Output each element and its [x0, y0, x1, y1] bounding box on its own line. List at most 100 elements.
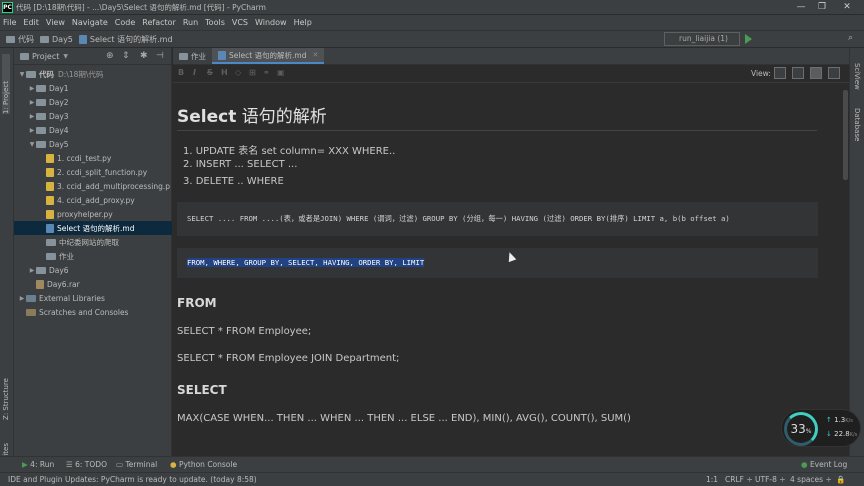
menu-run[interactable]: Run	[183, 18, 198, 27]
structure-tool-tab[interactable]: Z: Structure	[2, 378, 10, 420]
folder-icon	[36, 126, 46, 134]
breadcrumb-file[interactable]: Select 语句的解析.md	[78, 34, 173, 45]
tab-select-md[interactable]: Select 语句的解析.md ✕	[212, 48, 325, 64]
section-heading: FROM	[177, 296, 217, 310]
paragraph: SELECT * FROM Employee;	[177, 326, 312, 337]
code-block: FROM, WHERE, GROUP BY, SELECT, HAVING, O…	[177, 248, 818, 278]
tree-root[interactable]: ▼ 代码 D:\18期\代码	[14, 67, 172, 81]
lock-icon[interactable]: 🔒	[836, 475, 845, 484]
python-file-icon	[46, 195, 54, 205]
breadcrumb-root[interactable]: 代码	[6, 34, 34, 45]
bold-icon[interactable]: B	[178, 68, 184, 77]
selected-text[interactable]: FROM, WHERE, GROUP BY, SELECT, HAVING, O…	[187, 258, 425, 267]
tree-item[interactable]: 中纪委网站的爬取	[14, 235, 172, 249]
folder-icon	[36, 112, 46, 120]
python-console-tool-tab[interactable]: ● Python Console	[170, 460, 237, 469]
terminal-tool-tab[interactable]: ▭ Terminal	[116, 460, 157, 469]
collapse-arrow-icon[interactable]: ▶	[28, 99, 36, 106]
view-editor-only-icon[interactable]	[774, 67, 786, 79]
tree-item[interactable]: 2. ccdi_split_function.py	[14, 165, 172, 179]
run-icon[interactable]	[745, 34, 753, 44]
menu-code[interactable]: Code	[115, 18, 135, 27]
caret-position[interactable]: 1:1	[706, 475, 718, 484]
menu-view[interactable]: View	[46, 18, 65, 27]
close-tab-icon[interactable]: ✕	[312, 51, 318, 59]
expand-arrow-icon[interactable]: ▼	[28, 141, 36, 148]
python-file-icon	[46, 153, 54, 163]
tree-item[interactable]: 4. ccid_add_proxy.py	[14, 193, 172, 207]
restore-button[interactable]: ❐	[811, 0, 833, 15]
view-preview-only-icon[interactable]	[810, 67, 822, 79]
project-view-selector[interactable]: Project	[32, 52, 59, 61]
tree-item[interactable]: Day6.rar	[14, 277, 172, 291]
collapse-arrow-icon[interactable]: ▶	[28, 113, 36, 120]
tree-item[interactable]: ▶ Day6	[14, 263, 172, 277]
header-icon[interactable]: H	[221, 68, 228, 77]
menu-tools[interactable]: Tools	[205, 18, 225, 27]
image-icon[interactable]: ▣	[277, 68, 285, 77]
download-speed: ↓ 22.8K/s	[826, 430, 858, 438]
collapse-arrow-icon[interactable]: ▶	[18, 295, 26, 302]
folder-icon	[26, 70, 36, 78]
file-encoding[interactable]: UTF-8 ÷	[755, 475, 786, 484]
tree-item[interactable]: ▶ Day4	[14, 123, 172, 137]
italic-icon[interactable]: I	[193, 68, 196, 77]
minimize-button[interactable]: —	[790, 0, 812, 15]
view-split-icon[interactable]	[792, 67, 804, 79]
collapse-arrow-icon[interactable]: ▶	[28, 267, 36, 274]
chevron-down-icon[interactable]: ▼	[63, 53, 68, 60]
folder-icon	[36, 84, 46, 92]
breadcrumb-day5[interactable]: Day5	[40, 35, 73, 44]
tab-homework[interactable]: 作业	[173, 48, 212, 64]
tree-item[interactable]: ▶ Day3	[14, 109, 172, 123]
menu-edit[interactable]: Edit	[23, 18, 39, 27]
view-options-icon[interactable]	[828, 67, 840, 79]
project-panel-header: Project ▼ ⊕ ⇕ ✱ ⊣	[14, 48, 171, 65]
scrollbar-thumb[interactable]	[843, 90, 848, 180]
menu-navigate[interactable]: Navigate	[72, 18, 108, 27]
status-message[interactable]: IDE and Plugin Updates: PyCharm is ready…	[8, 475, 257, 484]
collapse-icon[interactable]: ⇕	[122, 51, 130, 61]
tree-item[interactable]: 1. ccdi_test.py	[14, 151, 172, 165]
tree-item[interactable]: 作业	[14, 249, 172, 263]
tree-item[interactable]: ▶ Day2	[14, 95, 172, 109]
tree-item[interactable]: ▶ External Libraries	[14, 291, 172, 305]
close-button[interactable]: ✕	[836, 0, 858, 15]
event-log-tool-tab[interactable]: ● Event Log	[801, 460, 847, 469]
gear-icon[interactable]: ✱	[140, 51, 148, 61]
tree-item[interactable]: 3. ccid_add_multiprocessing.p	[14, 179, 172, 193]
tree-item[interactable]: Select 语句的解析.md	[14, 221, 172, 235]
tree-item[interactable]: proxyhelper.py	[14, 207, 172, 221]
indent-setting[interactable]: 4 spaces ÷	[790, 475, 832, 484]
tree-item[interactable]: Scratches and Consoles	[14, 305, 172, 319]
project-tool-tab[interactable]: 1: Project	[2, 54, 10, 114]
expand-arrow-icon[interactable]: ▼	[18, 71, 26, 78]
menu-refactor[interactable]: Refactor	[142, 18, 176, 27]
search-everywhere-icon[interactable]: ⌕	[848, 33, 853, 43]
sciview-tool-tab[interactable]: SciView	[853, 63, 861, 90]
project-panel: Project ▼ ⊕ ⇕ ✱ ⊣ ▼ 代码 D:\18期\代码 ▶ Day1 ▶ Day2…	[14, 48, 172, 456]
todo-tool-tab[interactable]: ☰ 6: TODO	[66, 460, 107, 469]
event-log-icon: ●	[801, 460, 808, 469]
table-icon[interactable]: ⊞	[249, 68, 256, 77]
menu-help[interactable]: Help	[294, 18, 312, 27]
run-tool-tab[interactable]: ▶ 4: Run	[22, 460, 54, 469]
collapse-arrow-icon[interactable]: ▶	[28, 127, 36, 134]
database-tool-tab[interactable]: Database	[853, 108, 861, 141]
locate-icon[interactable]: ⊕	[106, 51, 114, 61]
code-icon[interactable]: ◇	[235, 68, 241, 77]
strikethrough-icon[interactable]: S	[207, 68, 213, 77]
link-icon[interactable]: ⚭	[263, 68, 270, 77]
line-separator[interactable]: CRLF ÷	[725, 475, 753, 484]
menu-file[interactable]: File	[3, 18, 16, 27]
run-configuration-select[interactable]: run_liaijia (1)	[664, 32, 740, 46]
menu-bar: File Edit View Navigate Code Refactor Ru…	[0, 15, 864, 30]
menu-vcs[interactable]: VCS	[232, 18, 248, 27]
hide-icon[interactable]: ⊣	[156, 51, 164, 61]
tree-item[interactable]: ▶ Day1	[14, 81, 172, 95]
tree-item[interactable]: ▼ Day5	[14, 137, 172, 151]
preview-scrollbar[interactable]	[842, 84, 849, 456]
menu-window[interactable]: Window	[255, 18, 287, 27]
upload-speed: ↑ 1.3K/s	[826, 416, 853, 424]
collapse-arrow-icon[interactable]: ▶	[28, 85, 36, 92]
